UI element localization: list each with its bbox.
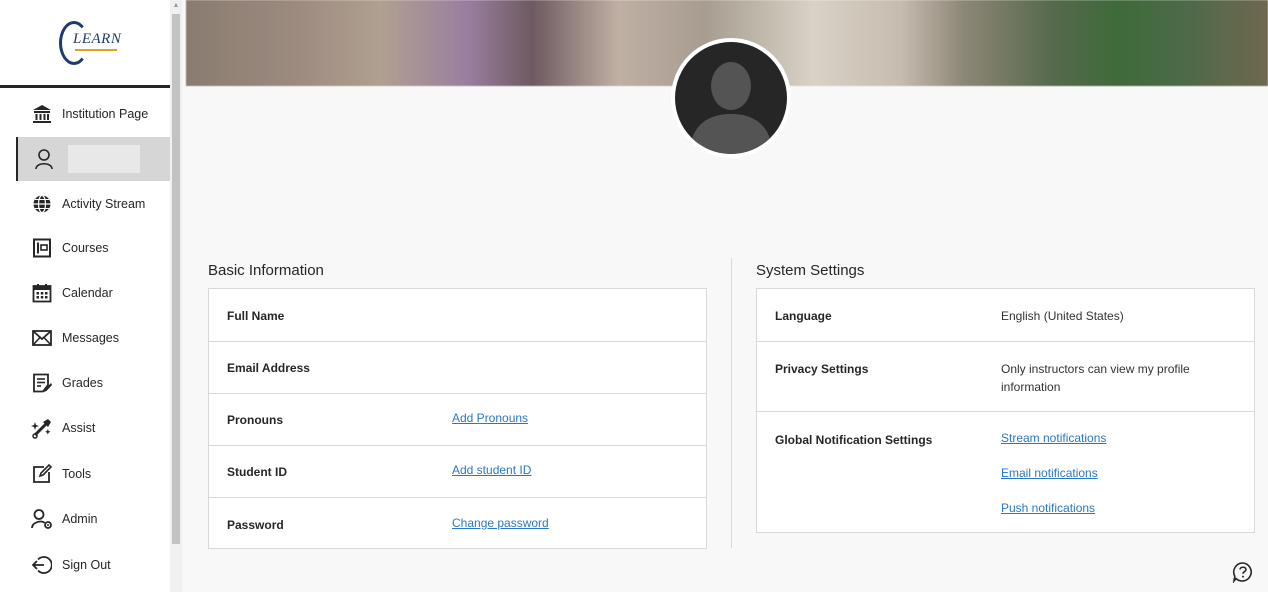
email-notifications-link[interactable]: Email notifications [1001, 466, 1098, 480]
nav-item-tools[interactable]: Tools [0, 452, 170, 496]
change-password-link[interactable]: Change password [452, 516, 549, 530]
add-student-id-link[interactable]: Add student ID [452, 463, 531, 477]
section-divider [731, 258, 732, 548]
envelope-icon [30, 326, 54, 350]
scroll-up-icon[interactable]: ▲ [171, 2, 181, 12]
nav-label-sign-out: Sign Out [62, 558, 111, 572]
logo-text: LEARN [73, 30, 122, 47]
nav-label-institution-page: Institution Page [62, 107, 149, 121]
nav-item-grades[interactable]: Grades [0, 361, 170, 405]
nav-label-tools: Tools [62, 467, 92, 481]
nav-item-admin[interactable]: Admin [0, 497, 170, 541]
privacy-settings-label: Privacy Settings [775, 362, 869, 376]
global-notification-settings-label: Global Notification Settings [775, 433, 933, 447]
courses-icon [30, 236, 54, 260]
institution-icon [30, 102, 54, 126]
nav-label-calendar: Calendar [62, 286, 113, 300]
pronouns-label: Pronouns [227, 413, 283, 427]
full-name-label: Full Name [227, 309, 285, 323]
calendar-icon [30, 281, 54, 305]
grades-icon [30, 371, 54, 395]
row-email-address: Email Address [209, 342, 706, 394]
nav-label-grades: Grades [62, 376, 103, 390]
nav-label-courses: Courses [62, 241, 109, 255]
sidebar-scrollbar-thumb[interactable] [172, 14, 180, 544]
nav-label-activity-stream: Activity Stream [62, 197, 146, 211]
nav-item-calendar[interactable]: Calendar [0, 271, 170, 315]
nav-item-sign-out[interactable]: Sign Out [0, 543, 170, 587]
nav-item-courses[interactable]: Courses [0, 226, 170, 270]
password-label: Password [227, 518, 284, 532]
avatar[interactable] [671, 38, 791, 158]
basic-information-title: Basic Information [208, 262, 324, 279]
nav-item-messages[interactable]: Messages [0, 316, 170, 360]
add-pronouns-link[interactable]: Add Pronouns [452, 411, 528, 425]
help-icon[interactable] [1232, 561, 1254, 584]
nav-label-assist: Assist [62, 421, 96, 435]
push-notifications-link[interactable]: Push notifications [1001, 501, 1095, 515]
nav-item-assist[interactable]: Assist [0, 406, 170, 450]
globe-icon [30, 192, 54, 216]
basic-information-panel: Full Name Email Address Pronouns Add Pro… [208, 288, 707, 549]
row-password: Password Change password [209, 498, 706, 548]
stream-notifications-link[interactable]: Stream notifications [1001, 431, 1106, 445]
row-student-id: Student ID Add student ID [209, 446, 706, 498]
email-address-label: Email Address [227, 361, 310, 375]
logo[interactable]: LEARN [0, 0, 170, 88]
sidebar: LEARN Institution Page Activity Stream C… [0, 0, 170, 592]
admin-icon [30, 507, 54, 531]
sign-out-icon [30, 553, 54, 577]
nav-item-institution-page[interactable]: Institution Page [0, 92, 170, 136]
language-label: Language [775, 309, 832, 323]
row-pronouns: Pronouns Add Pronouns [209, 394, 706, 446]
assist-icon [30, 416, 54, 440]
nav-item-profile[interactable] [16, 137, 170, 181]
row-full-name: Full Name [209, 289, 706, 342]
nav-label-admin: Admin [62, 512, 98, 526]
row-language: Language English (United States) [757, 289, 1254, 342]
language-value: English (United States) [1001, 309, 1124, 323]
nav-item-activity-stream[interactable]: Activity Stream [0, 182, 170, 226]
default-avatar-icon [689, 62, 773, 154]
row-privacy-settings: Privacy Settings Only instructors can vi… [757, 342, 1254, 412]
nav-label-messages: Messages [62, 331, 119, 345]
system-settings-panel: Language English (United States) Privacy… [756, 288, 1255, 533]
user-icon [32, 147, 56, 171]
system-settings-title: System Settings [756, 262, 865, 279]
tools-icon [30, 462, 54, 486]
row-global-notification-settings: Global Notification Settings Stream noti… [757, 412, 1254, 532]
privacy-settings-value: Only instructors can view my profile inf… [1001, 362, 1190, 394]
profile-name-redacted [68, 145, 140, 173]
student-id-label: Student ID [227, 465, 287, 479]
